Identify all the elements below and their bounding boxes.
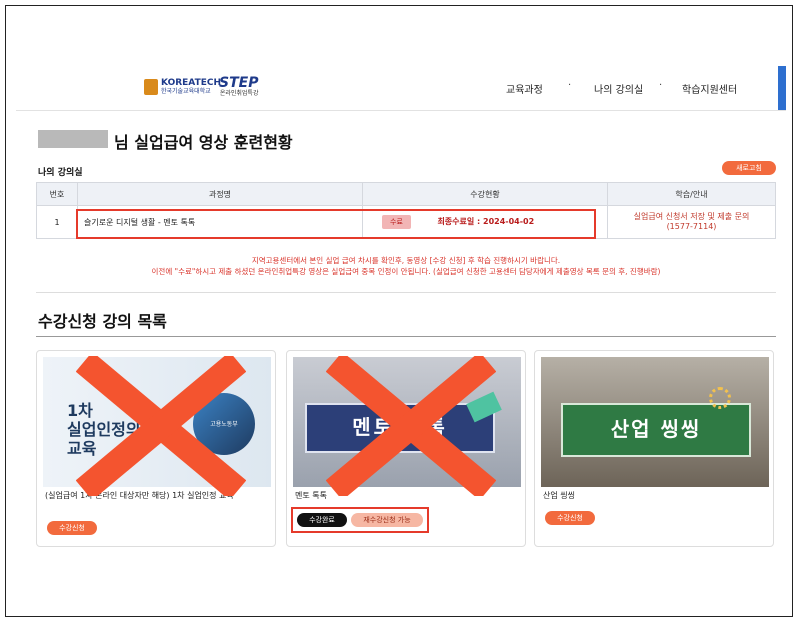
page-title-text: 님 실업급여 영상 훈련현황 [114, 133, 293, 152]
enroll-button-3[interactable]: 수강신청 [545, 511, 595, 525]
koreatech-emblem-icon [144, 79, 158, 95]
divider [36, 292, 776, 293]
table-header-row: 번호 과정명 수강현황 학습/안내 [36, 182, 776, 206]
col-status: 수강현황 [362, 182, 608, 206]
my-classroom-label: 나의 강의실 [38, 168, 83, 178]
highlight-box-buttons [291, 507, 429, 533]
row-number: 1 [36, 205, 78, 239]
koreatech-logo-subtext: 한국기술교육대학교 [161, 88, 211, 95]
screenshot-frame: KOREATECH 한국기술교육대학교 STEP 온라인취업특강 교육과정 · … [5, 5, 793, 617]
step-logo[interactable]: STEP 온라인취업특강 [219, 76, 258, 97]
highlight-box-row [76, 209, 596, 239]
koreatech-logo[interactable]: KOREATECH 한국기술교육대학교 [144, 79, 221, 95]
guide-phone: (1577-7114) [666, 222, 717, 231]
thumb-text-3: 산업 씽씽 [610, 417, 702, 441]
course-title-3[interactable]: 산업 씽씽 [543, 491, 769, 501]
course-card-3[interactable]: 산업 씽씽 산업 씽씽 수강신청 [534, 350, 774, 547]
koreatech-logo-text: KOREATECH [161, 78, 221, 88]
gear-icon [709, 387, 731, 409]
section-title: 수강신청 강의 목록 [38, 312, 167, 331]
notice-text: 지역고용센터에서 본인 실업 급여 차시를 확인후, 동영상 [수강 신청] 후… [36, 255, 776, 277]
nav-separator: · [659, 80, 663, 91]
col-course: 과정명 [77, 182, 363, 206]
page-title: 님 실업급여 영상 훈련현황 [38, 129, 293, 153]
browser-page: KOREATECH 한국기술교육대학교 STEP 온라인취업특강 교육과정 · … [16, 66, 786, 561]
x-mark-icon [326, 356, 496, 496]
guide-text: 실업급여 신청서 저장 및 제출 문의 [633, 212, 750, 221]
notice-line-2: 이전에 "수료"하시고 제출 하셨던 온라인취업특강 영상은 실업급여 중복 인… [151, 267, 661, 276]
row-guide[interactable]: 실업급여 신청서 저장 및 제출 문의 (1577-7114) [607, 205, 776, 239]
nav-learning-support[interactable]: 학습지원센터 [682, 81, 737, 96]
step-logo-subtext: 온라인취업특강 [219, 90, 259, 97]
nav-courses[interactable]: 교육과정 [506, 81, 543, 96]
enroll-button-1[interactable]: 수강신청 [47, 521, 97, 535]
x-mark-icon [76, 356, 246, 496]
refresh-button[interactable]: 새로고침 [722, 161, 776, 175]
divider [36, 336, 776, 337]
notice-line-1: 지역고용센터에서 본인 실업 급여 차시를 확인후, 동영상 [수강 신청] 후… [251, 256, 561, 265]
step-logo-text: STEP [219, 75, 259, 91]
course-thumbnail-3[interactable]: 산업 씽씽 [541, 357, 769, 487]
header-accent-bar [778, 66, 786, 110]
col-number: 번호 [36, 182, 78, 206]
nav-separator: · [568, 80, 572, 91]
col-guide: 학습/안내 [607, 182, 776, 206]
nav-my-classroom[interactable]: 나의 강의실 [594, 81, 643, 96]
site-header: KOREATECH 한국기술교육대학교 STEP 온라인취업특강 교육과정 · … [16, 66, 786, 111]
